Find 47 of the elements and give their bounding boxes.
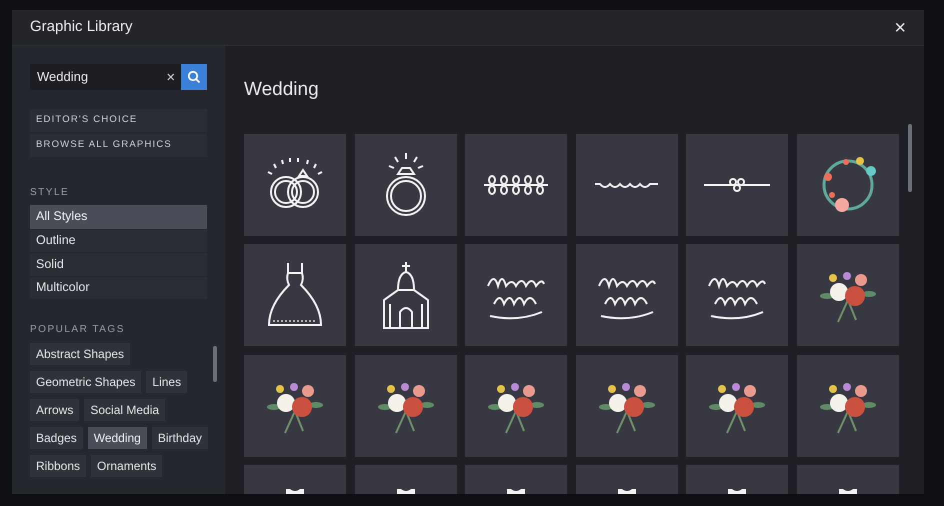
close-button[interactable]: × bbox=[894, 18, 906, 38]
search-icon bbox=[187, 70, 202, 84]
wedding-dress-drawing bbox=[267, 261, 323, 329]
tag-chip[interactable]: Social Media bbox=[84, 399, 166, 421]
graphic-tile[interactable] bbox=[244, 244, 346, 346]
graphic-tile[interactable] bbox=[465, 134, 567, 236]
window-title: Graphic Library bbox=[30, 17, 133, 38]
graphic-tile[interactable] bbox=[576, 244, 678, 346]
tag-chip[interactable]: Badges bbox=[30, 427, 83, 449]
scrollbar-thumb[interactable] bbox=[213, 346, 217, 382]
tag-chip[interactable]: Abstract Shapes bbox=[30, 343, 130, 365]
tag-chip[interactable]: Ribbons bbox=[30, 455, 86, 477]
graphic-tile[interactable] bbox=[576, 354, 678, 456]
graphic-tile[interactable] bbox=[686, 134, 788, 236]
graphic-tile[interactable] bbox=[244, 134, 346, 236]
graphic-tile[interactable] bbox=[796, 244, 898, 346]
tag-chip[interactable]: Arrows bbox=[30, 399, 80, 421]
graphic-tile[interactable] bbox=[354, 244, 456, 346]
clear-button[interactable]: × bbox=[166, 70, 176, 84]
tag-chip[interactable]: Ornaments bbox=[91, 455, 162, 477]
section-heading: POPULAR TAGS bbox=[30, 323, 126, 337]
graphic-tile[interactable] bbox=[354, 354, 456, 456]
scrollbar-thumb[interactable] bbox=[908, 124, 912, 192]
graphic-tile[interactable] bbox=[244, 354, 346, 456]
graphic-tile[interactable] bbox=[576, 134, 678, 236]
search-button[interactable] bbox=[181, 64, 207, 90]
chapel-drawing bbox=[382, 260, 430, 330]
graphic-tile[interactable] bbox=[686, 354, 788, 456]
graphic-tile[interactable] bbox=[465, 354, 567, 456]
tag-chip[interactable]: Wedding bbox=[88, 427, 147, 449]
search-field[interactable]: Wedding × bbox=[30, 64, 182, 90]
graphic-tile[interactable] bbox=[465, 244, 567, 346]
results-title: Wedding bbox=[244, 78, 320, 102]
style-option[interactable]: All Styles bbox=[30, 205, 207, 228]
graphic-tile[interactable] bbox=[796, 134, 898, 236]
graphic-tile[interactable] bbox=[796, 354, 898, 456]
graphic-tile[interactable] bbox=[686, 244, 788, 346]
menu-link[interactable]: BROWSE ALL GRAPHICS bbox=[30, 134, 207, 157]
section-heading: STYLE bbox=[30, 186, 70, 200]
tag-chip[interactable]: Lines bbox=[146, 371, 188, 393]
divider-drawing bbox=[594, 180, 660, 190]
ornament-drawing bbox=[703, 176, 771, 192]
graphic-tile[interactable] bbox=[354, 134, 456, 236]
laurel-drawing bbox=[482, 174, 550, 196]
menu-link[interactable]: EDITOR'S CHOICE bbox=[30, 109, 207, 132]
tag-chip[interactable]: Birthday bbox=[152, 427, 208, 449]
tag-chip[interactable]: Geometric Shapes bbox=[30, 371, 142, 393]
